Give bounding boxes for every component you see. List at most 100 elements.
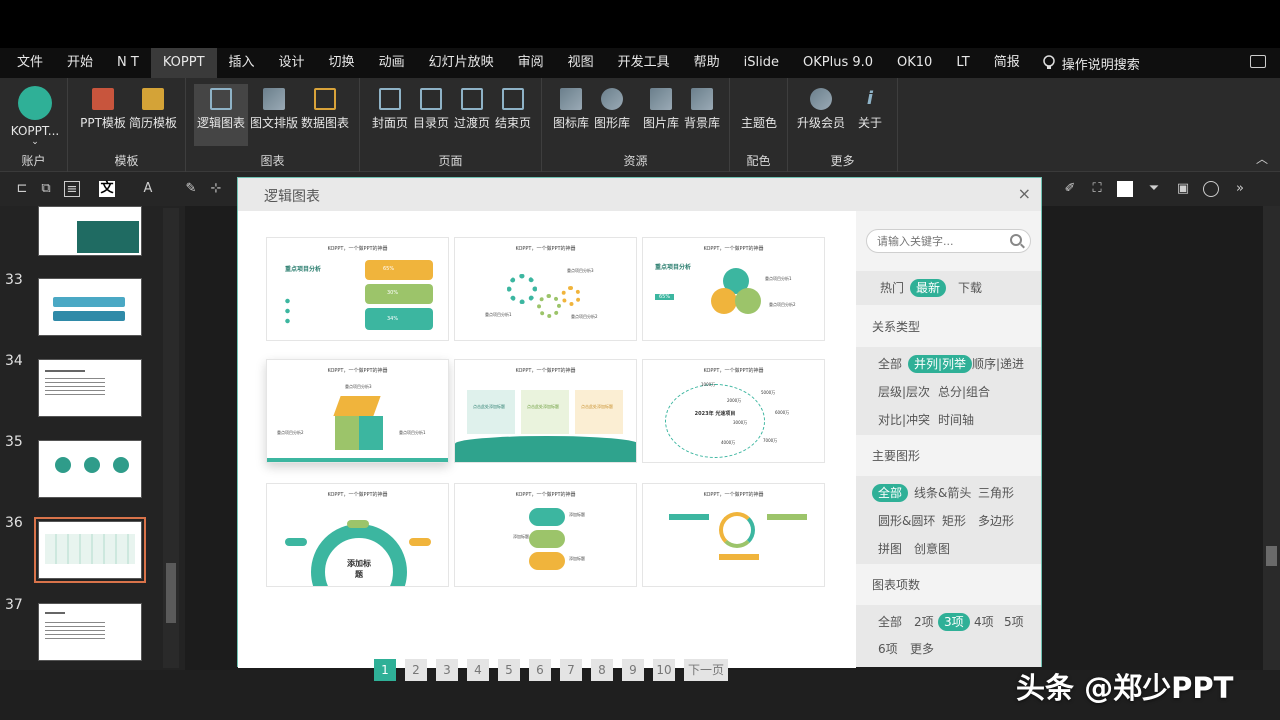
tab-brief[interactable]: 简报 [982, 48, 1032, 78]
tab-file[interactable]: 文件 [0, 48, 55, 78]
tab-islide[interactable]: iSlide [732, 48, 791, 78]
count-3[interactable]: 3项 [938, 613, 970, 631]
tab-review[interactable]: 审阅 [506, 48, 556, 78]
search-input[interactable] [877, 233, 1002, 249]
tell-me-search[interactable]: 操作说明搜索 [1032, 54, 1150, 73]
template-card[interactable]: KOPPT，一个做PPT的神器 重点项目分析3 重点项目分析1 重点项目分析2 [454, 237, 637, 341]
relation-hierarchy[interactable]: 层级|层次 [874, 383, 934, 401]
font-icon[interactable]: A [140, 181, 156, 197]
end-page-button[interactable]: 结束页 [486, 84, 540, 146]
sort-newest[interactable]: 最新 [910, 279, 947, 297]
shape-polygon[interactable]: 多边形 [974, 512, 1018, 530]
next-page-button[interactable]: 下一页 [684, 659, 728, 681]
shape-all[interactable]: 全部 [872, 484, 909, 502]
slide-thumbnail-35[interactable] [38, 440, 142, 498]
more-icon[interactable]: » [1232, 181, 1248, 197]
align-icon[interactable]: ⊹ [208, 181, 224, 197]
text-box-icon[interactable]: ≡ [64, 181, 80, 197]
shape-library-button[interactable]: 图形库 [585, 84, 639, 146]
comment-icon[interactable] [1250, 55, 1266, 68]
page-button[interactable]: 4 [467, 659, 489, 681]
relation-sequence[interactable]: 顺序|递进 [968, 355, 1028, 373]
tab-ok10[interactable]: OK10 [885, 48, 944, 78]
template-card[interactable]: KOPPT，一个做PPT的神器 重点项目分析3 重点项目分析2 重点项目分析1 [266, 359, 449, 463]
shape-creative[interactable]: 创意图 [910, 540, 954, 558]
template-card[interactable]: KOPPT，一个做PPT的神器 添加标题 [266, 483, 449, 587]
count-4[interactable]: 4项 [970, 613, 998, 631]
search-icon[interactable] [1010, 234, 1022, 246]
template-card[interactable]: KOPPT，一个做PPT的神器 点击此处添加标题 点击此处添加标题 点击此处添加… [454, 359, 637, 463]
sort-download[interactable]: 下载 [954, 279, 986, 297]
count-5[interactable]: 5项 [1000, 613, 1028, 631]
page-button[interactable]: 3 [436, 659, 458, 681]
page-button[interactable]: 1 [374, 659, 396, 681]
scrollbar-handle[interactable] [166, 563, 176, 623]
theme-color-button[interactable]: 主题色 [732, 84, 786, 146]
slide-thumbnail-32[interactable] [38, 206, 142, 256]
shape-rectangle[interactable]: 矩形 [938, 512, 970, 530]
template-card[interactable]: KOPPT，一个做PPT的神器 添加标题 添加标题 添加标题 [454, 483, 637, 587]
page-button[interactable]: 7 [560, 659, 582, 681]
page-button[interactable]: 5 [498, 659, 520, 681]
background-library-button[interactable]: 背景库 [675, 84, 729, 146]
template-card[interactable]: KOPPT，一个做PPT的神器 重点项目分析 65% 重点项目分析1 重点项目分… [642, 237, 825, 341]
page-button[interactable]: 10 [653, 659, 675, 681]
tab-design[interactable]: 设计 [267, 48, 317, 78]
tab-insert[interactable]: 插入 [217, 48, 267, 78]
tab-help[interactable]: 帮助 [682, 48, 732, 78]
relation-parallel[interactable]: 并列|列举 [908, 355, 973, 373]
relation-all[interactable]: 全部 [874, 355, 906, 373]
tab-view[interactable]: 视图 [556, 48, 606, 78]
tab-developer[interactable]: 开发工具 [606, 48, 682, 78]
slide-thumbnail-34[interactable] [38, 359, 142, 417]
scrollbar-handle[interactable] [1266, 546, 1277, 566]
account-button[interactable]: KOPPT... ⌄ [5, 84, 65, 147]
slide-thumbnail-33[interactable] [38, 278, 142, 336]
copy-icon[interactable]: ⧉ [38, 181, 54, 197]
tab-koppt[interactable]: KOPPT [150, 48, 217, 78]
shape-lines-arrows[interactable]: 线条&箭头 [910, 484, 975, 502]
shape-triangle[interactable]: 三角形 [974, 484, 1018, 502]
tab-animation[interactable]: 动画 [367, 48, 417, 78]
tab-transition[interactable]: 切换 [317, 48, 367, 78]
data-chart-button[interactable]: 数据图表 [298, 84, 352, 146]
relation-timeline[interactable]: 时间轴 [934, 411, 978, 429]
tab-slideshow[interactable]: 幻灯片放映 [417, 48, 506, 78]
count-2[interactable]: 2项 [910, 613, 938, 631]
tab-lt[interactable]: LT [944, 48, 981, 78]
upgrade-member-button[interactable]: 升级会员 [794, 84, 848, 146]
shape-outline-icon[interactable]: ⏷ [1146, 181, 1162, 197]
shape-circle-ring[interactable]: 圆形&圆环 [874, 512, 939, 530]
page-button[interactable]: 9 [622, 659, 644, 681]
tab-home[interactable]: 开始 [55, 48, 105, 78]
fill-icon[interactable] [1117, 181, 1133, 197]
page-button[interactable]: 2 [405, 659, 427, 681]
template-card[interactable]: KOPPT，一个做PPT的神器 [642, 483, 825, 587]
canvas-scrollbar[interactable] [1263, 206, 1280, 670]
relation-contrast[interactable]: 对比|冲突 [874, 411, 934, 429]
ppt-template-button[interactable]: PPT模板 [76, 84, 130, 146]
picture-icon[interactable]: ▣ [1175, 181, 1191, 197]
page-button[interactable]: 8 [591, 659, 613, 681]
text-layout-button[interactable]: 图文排版 [247, 84, 301, 146]
page-button[interactable]: 6 [529, 659, 551, 681]
crop-icon[interactable]: ⊏ [14, 181, 30, 197]
slide-thumbnail-36[interactable] [34, 517, 146, 583]
circle-icon[interactable] [1203, 181, 1219, 197]
eyedropper-icon[interactable]: ✎ [183, 181, 199, 197]
relation-total[interactable]: 总分|组合 [934, 383, 994, 401]
count-more[interactable]: 更多 [906, 640, 938, 658]
slide-thumbnail-37[interactable] [38, 603, 142, 661]
tab-okplus[interactable]: OKPlus 9.0 [791, 48, 885, 78]
slide-panel-scrollbar[interactable] [163, 208, 179, 668]
collapse-ribbon-icon[interactable]: ︿ [1256, 150, 1268, 167]
sort-hot[interactable]: 热门 [876, 279, 908, 297]
template-card[interactable]: KOPPT，一个做PPT的神器 2023年 光速项目 1000万 2000万 3… [642, 359, 825, 463]
logic-chart-button[interactable]: 逻辑图表 [194, 84, 248, 146]
close-icon[interactable]: × [1018, 184, 1031, 203]
template-card[interactable]: KOPPT，一个做PPT的神器 重点项目分析 65% 30% 34% [266, 237, 449, 341]
shape-puzzle[interactable]: 拼图 [874, 540, 906, 558]
pen-icon[interactable]: ✐ [1062, 181, 1078, 197]
resume-template-button[interactable]: 简历模板 [126, 84, 180, 146]
resize-icon[interactable]: ⛶ [1089, 181, 1105, 197]
